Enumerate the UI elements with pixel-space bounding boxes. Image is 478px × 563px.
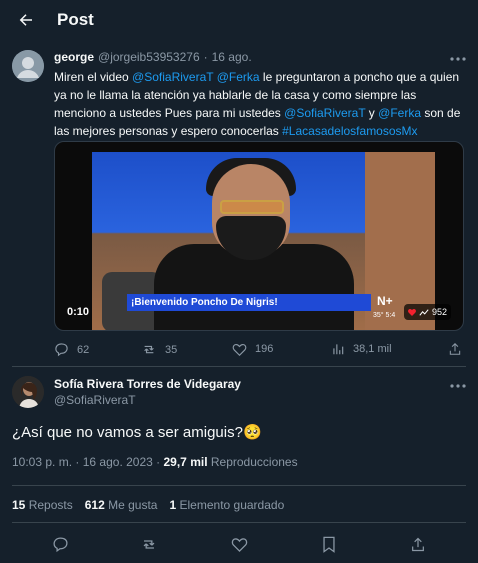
video-time: 0:10 (67, 306, 90, 318)
bookmark-icon[interactable] (319, 534, 339, 554)
views-icon (419, 308, 429, 316)
author-name[interactable]: george (54, 50, 94, 64)
video-person-glasses (220, 200, 284, 214)
likes-stat[interactable]: 612 Me gusta (85, 498, 158, 512)
tweet-actions: 62 35 196 38,1 mil (54, 342, 469, 358)
reply-icon[interactable] (50, 534, 70, 554)
tweet-time[interactable]: 10:03 p. m. (12, 455, 72, 469)
author-handle[interactable]: @SofiaRiveraT (54, 393, 136, 407)
author-name[interactable]: Sofía Rivera Torres de Videgaray (54, 377, 241, 391)
share-icon[interactable] (408, 534, 428, 554)
saved-label: Elemento guardado (179, 498, 285, 512)
reposts-stat[interactable]: 15 Reposts (12, 498, 73, 512)
likes-count: 612 (84, 498, 105, 512)
like-icon (232, 342, 247, 356)
mention-link[interactable]: @Ferka (217, 70, 260, 84)
video-temperature: 35° (373, 312, 384, 319)
views-count: 38,1 mil (353, 343, 392, 355)
saved-count: 1 (169, 498, 177, 512)
repost-icon (141, 342, 157, 357)
repost-count: 35 (165, 343, 178, 356)
mention-link[interactable]: @Ferka (378, 106, 421, 120)
video-caption: ¡Bienvenido Poncho De Nigris! (127, 294, 371, 311)
divider (12, 366, 466, 367)
saved-stat[interactable]: 1 Elemento guardado (169, 498, 284, 512)
likes-label: Me gusta (108, 498, 158, 512)
heart-icon (408, 308, 416, 316)
tweet-text: ¿Así que no vamos a ser amiguis?🥺 (12, 424, 262, 441)
tweet-header: george @jorgeib53953276 · 16 ago. (54, 50, 252, 64)
reply-icon (54, 342, 69, 357)
tweet-meta: 10:03 p. m. · 16 ago. 2023 · 29,7 mil Re… (12, 455, 298, 469)
video-player[interactable]: ¡Bienvenido Poncho De Nigris! N+ 35° 5:4… (54, 141, 464, 331)
avatar[interactable] (12, 50, 44, 82)
top-bar: Post (0, 0, 478, 40)
video-views-count: 952 (432, 307, 448, 317)
page-title: Post (57, 10, 94, 29)
mention-link[interactable]: @SofiaRiveraT (284, 106, 365, 120)
like-icon[interactable] (229, 534, 249, 554)
views-count: 29,7 mil (163, 455, 208, 469)
views-button[interactable]: 38,1 mil (331, 342, 392, 356)
video-views-badge: 952 (404, 304, 452, 320)
reposts-label: Reposts (28, 498, 73, 512)
video-clock: 5:4 (385, 312, 396, 319)
engagement-stats: 15 Reposts 612 Me gusta 1 Elemento guard… (12, 498, 284, 512)
separator: · (75, 455, 80, 469)
channel-logo: N+ (377, 294, 393, 308)
tweet-date[interactable]: 16 ago. (212, 50, 252, 64)
tweet-text: Miren el video @SofiaRiveraT @Ferka le p… (54, 68, 469, 140)
more-icon[interactable] (448, 379, 468, 393)
reply-count: 62 (77, 343, 90, 356)
avatar[interactable] (12, 376, 44, 408)
reply-button[interactable]: 62 (54, 342, 89, 357)
share-icon (448, 342, 462, 356)
reposts-count: 15 (12, 498, 26, 512)
video-ticker: 35° 5:4 (373, 312, 395, 319)
divider (12, 485, 466, 486)
text-segment: y (365, 106, 379, 120)
main-tweet-actions (0, 534, 478, 556)
hashtag-link[interactable]: #LacasadelosfamososMx (282, 124, 417, 138)
mention-link[interactable]: @SofiaRiveraT (132, 70, 213, 84)
author-handle[interactable]: @jorgeib53953276 (98, 50, 200, 64)
views-label: Reproducciones (210, 455, 298, 469)
back-arrow-icon[interactable] (12, 6, 40, 34)
repost-button[interactable]: 35 (141, 342, 177, 357)
more-icon[interactable] (448, 52, 468, 66)
divider (12, 522, 466, 523)
repost-icon[interactable] (139, 534, 159, 554)
like-button[interactable]: 196 (232, 342, 273, 356)
like-count: 196 (255, 343, 274, 355)
separator: · (203, 50, 208, 64)
share-button[interactable] (448, 342, 462, 356)
text-segment: Miren el video (54, 70, 133, 84)
tweet-date[interactable]: 16 ago. 2023 (83, 455, 153, 469)
views-icon (331, 342, 345, 356)
separator: · (156, 455, 161, 469)
